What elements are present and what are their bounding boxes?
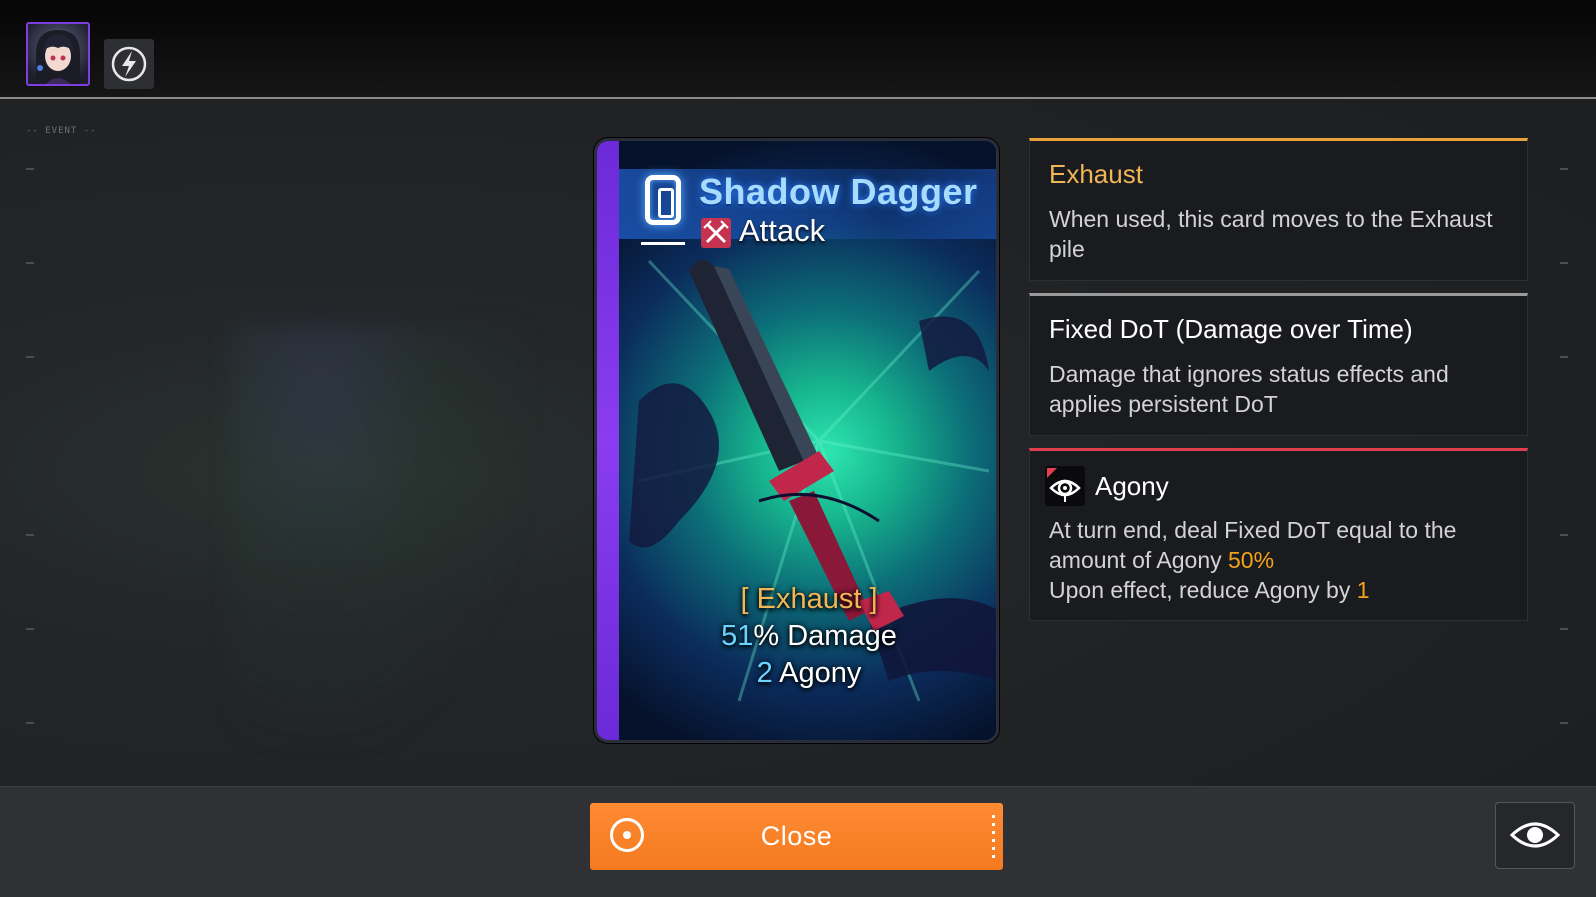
top-bar (0, 0, 1596, 99)
card-damage-value: 51 (721, 620, 754, 652)
bottom-bar: Close (0, 786, 1596, 897)
card-damage-line: 51% Damage (619, 618, 996, 655)
agony-reduce-amount: 1 (1356, 577, 1370, 603)
right-tick-rail (1560, 160, 1570, 730)
agony-desc-line2: Upon effect, reduce Agony by 1 (1049, 575, 1509, 605)
card-type: Attack (739, 213, 826, 248)
close-button[interactable]: Close (590, 803, 1003, 870)
card-side-strip (597, 141, 619, 740)
cost-underline (641, 242, 685, 245)
character-avatar[interactable] (26, 22, 90, 86)
agony-desc-line1: At turn end, deal Fixed DoT equal to the… (1049, 515, 1509, 575)
close-label: Close (760, 821, 833, 851)
skill-slot[interactable] (104, 39, 154, 89)
crossed-swords-icon (701, 218, 731, 248)
eye-icon (1045, 466, 1085, 506)
fixed-dot-title: Fixed DoT (Damage over Time) (1049, 314, 1413, 344)
card: Shadow Dagger Attack [ Exhaust ] 51% Dam… (594, 138, 999, 743)
agony-desc: At turn end, deal Fixed DoT equal to the… (1049, 515, 1509, 605)
card-damage-suffix: % Damage (753, 620, 897, 652)
exhaust-title: Exhaust (1049, 159, 1143, 189)
card-agony-suffix: Agony (772, 657, 862, 689)
screen: -- EVENT -- Shadow Dagger Attack [Exhau… (0, 0, 1596, 897)
exhaust-desc: When used, this card moves to the Exhaus… (1049, 206, 1493, 262)
card-name: Shadow Dagger (699, 171, 978, 212)
fixed-dot-info-panel: Fixed DoT (Damage over Time) Damage that… (1029, 293, 1528, 436)
card-effect-text: [ Exhaust ] 51% Damage 2 Agony (619, 581, 996, 692)
agony-percent: 50% (1228, 547, 1275, 573)
eye-icon (1509, 822, 1561, 848)
side-label: -- EVENT -- (26, 126, 97, 136)
background-silhouette (230, 325, 530, 745)
left-tick-rail (26, 160, 36, 730)
agony-title: Agony (1095, 471, 1169, 501)
card-cost-icon (645, 175, 681, 225)
card-agony-line: 2 Agony (619, 655, 996, 692)
exhaust-info-panel: Exhaust When used, this card moves to th… (1029, 138, 1528, 281)
close-button-dots (992, 815, 995, 859)
view-toggle-button[interactable] (1495, 802, 1575, 869)
avatar-portrait-icon (36, 30, 80, 84)
agony-info-panel: Agony At turn end, deal Fixed DoT equal … (1029, 448, 1528, 621)
card-keyword: [ Exhaust ] (740, 583, 878, 615)
fixed-dot-desc: Damage that ignores status effects and a… (1049, 361, 1449, 417)
agony-desc-line2-text: Upon effect, reduce Agony by (1049, 577, 1357, 603)
card-agony-value: 2 (756, 657, 773, 689)
lightning-icon (111, 46, 147, 82)
